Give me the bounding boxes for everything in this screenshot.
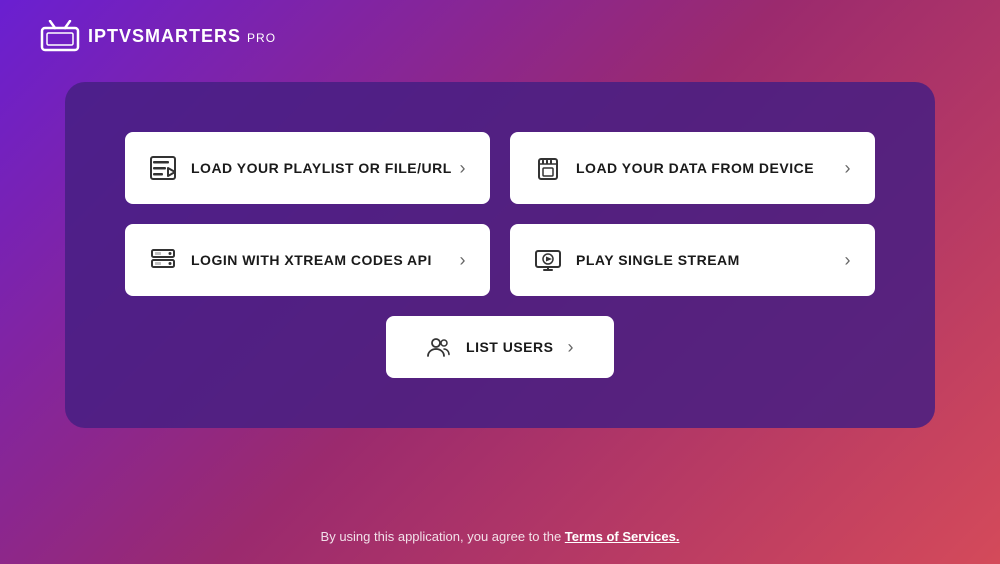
playlist-icon	[149, 154, 177, 182]
button-grid: LOAD YOUR PLAYLIST OR FILE/URL › LOAD YO…	[125, 132, 875, 296]
xtream-login-label: LOGIN WITH XTREAM CODES API	[191, 252, 432, 268]
header: IPTVSMARTERS PRO	[0, 0, 1000, 72]
play-stream-button[interactable]: PLAY SINGLE STREAM ›	[510, 224, 875, 296]
stream-icon	[534, 246, 562, 274]
terms-link[interactable]: Terms of Services.	[565, 529, 680, 544]
load-playlist-label: LOAD YOUR PLAYLIST OR FILE/URL	[191, 160, 452, 176]
xtream-login-button[interactable]: LOGIN WITH XTREAM CODES API ›	[125, 224, 490, 296]
logo-smarters: SMARTERS	[132, 26, 241, 46]
xtream-icon	[149, 246, 177, 274]
footer: By using this application, you agree to …	[0, 529, 1000, 544]
chevron-icon: ›	[460, 250, 467, 271]
footer-text: By using this application, you agree to …	[321, 529, 565, 544]
chevron-icon: ›	[460, 158, 467, 179]
chevron-icon: ›	[845, 158, 852, 179]
users-icon	[426, 334, 452, 360]
play-stream-label: PLAY SINGLE STREAM	[576, 252, 740, 268]
logo-text: IPTVSMARTERS PRO	[88, 26, 276, 47]
chevron-icon: ›	[567, 337, 574, 358]
load-playlist-button[interactable]: LOAD YOUR PLAYLIST OR FILE/URL ›	[125, 132, 490, 204]
load-device-button[interactable]: LOAD YOUR DATA FROM DEVICE ›	[510, 132, 875, 204]
device-icon	[534, 154, 562, 182]
list-users-row: LIST USERS ›	[125, 316, 875, 378]
list-users-label: LIST USERS	[466, 339, 553, 355]
main-card: LOAD YOUR PLAYLIST OR FILE/URL › LOAD YO…	[65, 82, 935, 428]
load-device-label: LOAD YOUR DATA FROM DEVICE	[576, 160, 814, 176]
chevron-icon: ›	[845, 250, 852, 271]
logo: IPTVSMARTERS PRO	[40, 20, 276, 52]
list-users-button[interactable]: LIST USERS ›	[386, 316, 614, 378]
logo-pro: PRO	[247, 31, 276, 45]
logo-iptv: IPTV	[88, 26, 132, 46]
tv-icon	[40, 20, 80, 52]
